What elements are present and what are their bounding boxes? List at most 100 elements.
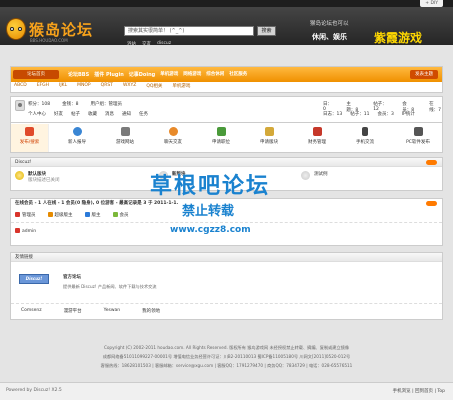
quick-icon-label: 申请版块	[260, 140, 278, 145]
online-title: 在线会员 - 1 人在线 - 1 会员(0 隐身), 0 位游客 - 最高记录是…	[15, 201, 179, 206]
nav-home-tab[interactable]: 论坛首页	[13, 70, 59, 79]
promo-line3: 紫霞游戏	[374, 31, 423, 45]
user-link[interactable]: 帖子	[71, 111, 80, 117]
forum-old-icon	[301, 171, 310, 180]
hot-link[interactable]: 交友	[142, 41, 151, 47]
main-nav: 论坛首页 论坛BBS 插件 Plugin 记事Doing 单机游戏 网络游戏 综…	[10, 66, 443, 93]
quick-icon-chat[interactable]: 聊天交友	[154, 124, 192, 152]
monkey-logo-icon[interactable]	[6, 18, 26, 40]
text-link[interactable]: 漫游平台	[64, 308, 82, 314]
collapse-toggle[interactable]	[426, 160, 437, 165]
user-link[interactable]: 个人中心	[28, 111, 46, 117]
moderator-icon	[84, 212, 90, 217]
quick-icon-finance[interactable]: 财务管理	[298, 124, 336, 152]
diy-button[interactable]: + DIY	[420, 0, 443, 7]
search-button[interactable]: 搜索	[257, 26, 276, 36]
quick-icon-apply-board[interactable]: 申请版块	[250, 124, 288, 152]
site-title[interactable]: 猴岛论坛	[29, 19, 93, 40]
friend-links-title: 友情链接	[15, 255, 33, 260]
forum-name[interactable]: 测试例	[314, 171, 328, 180]
logo-eye-right	[18, 27, 22, 31]
quick-icons-row: 发布/搜索 新人报导 游戏网站 聊天交友 申请职位 申请版块 财务管理 手机交流…	[10, 123, 443, 153]
text-link[interactable]: 我的领地	[142, 308, 160, 314]
site-stat[interactable]: IP统计	[402, 111, 415, 117]
subnav-item[interactable]: MNOP	[77, 83, 91, 89]
discuz-logo[interactable]: Discuz!	[19, 274, 49, 284]
friend-link-desc: 提供最新 Discuz! 产品新闻、软件下载与技术交流	[63, 284, 157, 289]
friend-links-header: 友情链接	[11, 253, 442, 262]
collapse-toggle[interactable]	[426, 201, 437, 206]
hot-link[interactable]: 浴站	[127, 41, 136, 47]
user-link[interactable]: 通知	[122, 111, 131, 117]
user-link[interactable]: 任务	[139, 111, 148, 117]
nav-item[interactable]: 论坛BBS	[68, 71, 89, 78]
text-link[interactable]: Comsenz	[21, 308, 42, 314]
finance-icon	[312, 127, 322, 136]
quick-icon-label: 发布/搜索	[19, 140, 40, 145]
online-user[interactable]: admin	[15, 228, 36, 234]
subnav-item[interactable]: QQ相关	[146, 83, 162, 89]
quick-icon-newbie[interactable]: 新人报导	[58, 124, 96, 152]
quick-icon-games[interactable]: 游戏网站	[106, 124, 144, 152]
quick-icon-post[interactable]: 发布/搜索	[11, 124, 49, 152]
legend-item: 管理员	[15, 212, 36, 218]
subnav-item[interactable]: WXYZ	[123, 83, 136, 89]
quick-icon-mobile[interactable]: 手机交流	[346, 124, 384, 152]
site-stat: 帖子：11	[350, 112, 370, 117]
watermark-line2: 禁止转载	[182, 204, 235, 219]
user-stat: 金钱：8	[62, 102, 79, 107]
quick-icon-label: PC软件发布	[406, 140, 430, 145]
copyright-line: Copyright (C) 2002-2011 houdao.com. All …	[103, 345, 350, 350]
text-link[interactable]: Yeswan	[104, 308, 121, 314]
nav-item[interactable]: 记事Doing	[129, 71, 155, 78]
user-link[interactable]: 消息	[105, 111, 114, 117]
apply-board-icon	[264, 127, 274, 136]
user-stat: 用户组：管理员	[90, 102, 122, 107]
legend-item: 超级版主	[47, 212, 73, 218]
quick-icon-pc-software[interactable]: PC软件发布	[395, 124, 441, 152]
nav-item[interactable]: 社区服务	[229, 71, 247, 78]
site-stat: 会员：3	[377, 112, 394, 117]
nav-item[interactable]: 网络游戏	[183, 71, 201, 78]
category-title[interactable]: Discuz!	[15, 160, 32, 165]
online-username[interactable]: admin	[22, 229, 36, 234]
bottom-links[interactable]: 手机浏览 | 回到首页 | Top	[393, 388, 445, 394]
avatar[interactable]	[15, 100, 25, 111]
watermark-line1: 草根吧论坛	[150, 174, 271, 199]
subnav-item[interactable]: ABCD	[14, 83, 27, 89]
game-site-icon	[120, 127, 130, 136]
subnav-item[interactable]: QRST	[101, 83, 113, 89]
forum-item[interactable]: 测试例	[301, 171, 328, 180]
user-panel: 积分：108 金钱：8 用户组：管理员 个人中心 好友 帖子 收藏 消息 通知 …	[10, 96, 443, 123]
admin-icon	[15, 212, 20, 217]
icp-line: 成都网络备51011099227-00001号 增值电信业务经营许可证：川B2-…	[102, 354, 351, 359]
quick-icon-apply-job[interactable]: 申请职位	[202, 124, 240, 152]
logo-eye-left	[10, 27, 14, 31]
hot-link[interactable]: discuz	[157, 41, 171, 47]
user-link[interactable]: 好友	[54, 111, 63, 117]
legend-label: 管理员	[22, 213, 36, 218]
watermark-line3: www.cgzz8.com	[170, 225, 251, 235]
nav-items: 论坛BBS 插件 Plugin 记事Doing 单机游戏 网络游戏 综合休闲 社…	[68, 71, 247, 78]
user-link[interactable]: 收藏	[88, 111, 97, 117]
friend-link-name[interactable]: 官方论坛	[63, 274, 81, 280]
promo-line2: 休闲、娱乐	[312, 33, 347, 41]
forum-item[interactable]: 默认版块 版块描述已关闭	[15, 171, 60, 183]
nav-item[interactable]: 单机游戏	[160, 71, 178, 78]
promo-banner[interactable]: 猴岛论坛也可以 休闲、娱乐 紫霞游戏	[310, 19, 448, 49]
subnav-item[interactable]: IJKL	[59, 83, 67, 89]
site-stat: 在线：7	[429, 102, 442, 113]
category-header: Discuz!	[11, 158, 442, 167]
subnav-item[interactable]: 单机游戏	[172, 83, 190, 89]
site-subtitle: BBS.HOUDAO.COM	[30, 38, 68, 43]
nav-subnav: ABCD EFGH IJKL MNOP QRST WXYZ QQ相关 单机游戏	[14, 83, 190, 89]
nav-item[interactable]: 综合休闲	[206, 71, 224, 78]
online-users: admin	[15, 228, 36, 234]
search-input[interactable]: 搜索其实很简单！ (^_^)	[124, 26, 254, 36]
subnav-item[interactable]: EFGH	[37, 83, 49, 89]
chat-icon	[168, 127, 178, 136]
nav-item[interactable]: 插件 Plugin	[94, 71, 124, 78]
post-topic-button[interactable]: 发表主题	[410, 70, 438, 79]
powered-by[interactable]: Powered by Discuz! X2.5	[6, 388, 62, 393]
nav-bar: 论坛首页 论坛BBS 插件 Plugin 记事Doing 单机游戏 网络游戏 综…	[11, 67, 442, 82]
